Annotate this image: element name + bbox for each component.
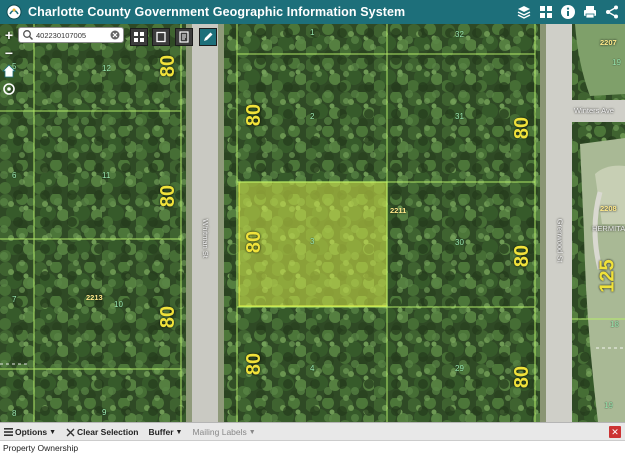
search-box[interactable]: 402230107005 <box>18 27 124 43</box>
mailing-labels-label: Mailing Labels <box>192 427 247 437</box>
lot-number: 1 <box>310 28 315 37</box>
share-icon[interactable] <box>603 3 621 21</box>
info-icon[interactable] <box>559 3 577 21</box>
lot-number: 18 <box>610 320 619 329</box>
street-label: Whitman St <box>200 219 210 258</box>
header-bar: Charlotte County Government Geographic I… <box>0 0 625 25</box>
basemap-icon[interactable] <box>537 3 555 21</box>
zoom-controls: + − <box>0 26 18 98</box>
lot-number: 31 <box>455 112 464 121</box>
dimension-label: 125 <box>596 259 619 293</box>
home-icon <box>2 64 16 78</box>
lot-number: 2 <box>310 112 315 121</box>
results-toolbar: Options ▼ Clear Selection Buffer ▼ Mailing… <box>0 422 625 441</box>
dimension-label: 80 <box>243 230 266 254</box>
search-icon <box>23 30 34 41</box>
aerial-map <box>0 24 625 422</box>
lot-number: 3 <box>310 237 315 246</box>
draw-tool-button[interactable] <box>199 28 217 46</box>
search-input[interactable]: 402230107005 <box>36 31 110 40</box>
results-table: Property Ownership <box>0 440 625 453</box>
street-label: Winters Ave <box>574 106 614 115</box>
options-label: Options <box>15 427 48 437</box>
home-button[interactable] <box>0 62 18 80</box>
dimension-label: 80 <box>157 54 180 78</box>
lot-number: 7 <box>12 295 17 304</box>
address-label: 2207 <box>600 38 617 47</box>
clear-search-icon[interactable] <box>110 30 120 40</box>
county-logo-icon <box>6 4 22 20</box>
lot-number: 6 <box>12 171 17 180</box>
chevron-down-icon: ▼ <box>175 428 183 436</box>
lot-number: 4 <box>310 364 315 373</box>
lot-number: 11 <box>102 171 111 180</box>
options-menu[interactable]: Options ▼ <box>4 427 56 437</box>
dimension-label: 80 <box>511 365 534 389</box>
chevron-down-icon: ▼ <box>49 428 57 436</box>
clear-selection-button[interactable]: Clear Selection <box>66 427 138 437</box>
zoom-in-button[interactable]: + <box>0 26 18 44</box>
buffer-menu[interactable]: Buffer ▼ <box>148 427 182 437</box>
header-tools <box>515 3 621 21</box>
grid-icon <box>134 32 144 42</box>
buffer-label: Buffer <box>148 427 174 437</box>
dimension-label: 80 <box>157 305 180 329</box>
lot-number: 32 <box>455 30 464 39</box>
locate-icon <box>3 83 15 95</box>
lot-number: 9 <box>102 408 107 417</box>
notes-icon <box>179 31 189 43</box>
tab-property-ownership[interactable]: Property Ownership <box>3 443 78 453</box>
locate-button[interactable] <box>0 80 18 98</box>
dimension-label: 80 <box>511 116 534 140</box>
dimension-label: 80 <box>157 184 180 208</box>
lot-number: 12 <box>102 64 111 73</box>
zoom-out-button[interactable]: − <box>0 44 18 62</box>
dimension-label: 80 <box>511 244 534 268</box>
lot-number: 29 <box>455 364 464 373</box>
select-tool-button[interactable] <box>130 28 148 46</box>
street-label: HERMITA <box>592 224 625 233</box>
close-icon[interactable]: ✕ <box>609 426 621 438</box>
map-canvas[interactable]: 1 32 2 31 3 30 4 29 5 12 6 11 7 10 8 9 1… <box>0 24 625 422</box>
lot-number: 8 <box>12 409 17 418</box>
print-icon[interactable] <box>581 3 599 21</box>
chevron-down-icon: ▼ <box>248 428 256 436</box>
address-label: 2208 <box>600 204 617 213</box>
dimension-label: 80 <box>243 352 266 376</box>
menu-icon <box>4 428 13 436</box>
street-label: Grenwood St <box>555 218 565 263</box>
layers-icon[interactable] <box>515 3 533 21</box>
dimension-label: 80 <box>243 103 266 127</box>
lot-number: 19 <box>604 401 613 410</box>
lot-number: 10 <box>114 300 123 309</box>
clear-selection-label: Clear Selection <box>77 427 139 437</box>
address-label: 2213 <box>86 293 103 302</box>
gis-app: Charlotte County Government Geographic I… <box>0 0 625 453</box>
address-label: 2211 <box>390 206 407 215</box>
mailing-labels-menu[interactable]: Mailing Labels ▼ <box>192 427 255 437</box>
notes-tool-button[interactable] <box>175 28 193 46</box>
pencil-icon <box>204 32 213 41</box>
rectangle-icon <box>156 31 166 43</box>
clear-icon <box>66 428 75 436</box>
lot-number: 30 <box>455 238 464 247</box>
rectangle-tool-button[interactable] <box>152 28 170 46</box>
lot-number: 19 <box>612 58 621 67</box>
app-title: Charlotte County Government Geographic I… <box>28 5 406 19</box>
